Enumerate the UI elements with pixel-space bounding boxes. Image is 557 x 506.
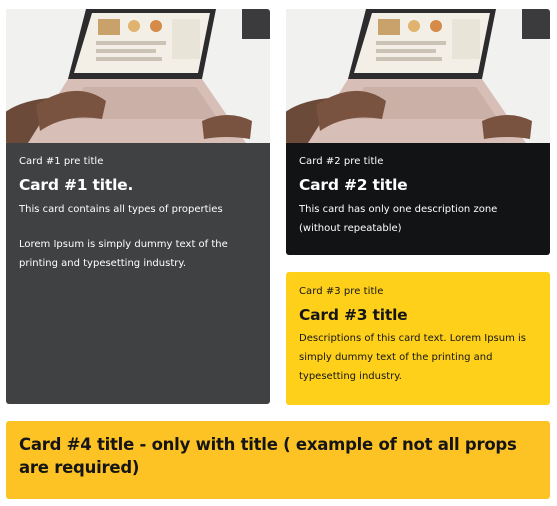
card-2-pretitle: Card #2 pre title [299, 156, 384, 167]
card-3[interactable]: Card #3 pre title Card #3 title Descript… [286, 272, 550, 405]
card-2-description: This card has only one description zone … [299, 204, 498, 234]
card-1-image [6, 9, 270, 143]
card-3-title: Card #3 title [299, 306, 408, 324]
card-2-title: Card #2 title [299, 176, 408, 194]
card-3-description: Descriptions of this card text. Lorem Ip… [299, 333, 526, 382]
card-3-pretitle: Card #3 pre title [299, 286, 384, 297]
card-1-title: Card #1 title. [19, 176, 134, 194]
laptop-photo-icon [6, 9, 270, 143]
card-1-description-1: This card contains all types of properti… [19, 204, 223, 215]
card-2[interactable]: Card #2 pre title Card #2 title This car… [286, 9, 550, 255]
card-4-title: Card #4 title - only with title ( exampl… [19, 435, 517, 477]
card-1[interactable]: Card #1 pre title Card #1 title. This ca… [6, 9, 270, 404]
card-1-pretitle: Card #1 pre title [19, 156, 104, 167]
laptop-photo-icon [286, 9, 550, 143]
card-2-image [286, 9, 550, 143]
card-1-description-2: Lorem Ipsum is simply dummy text of the … [19, 239, 228, 269]
card-4[interactable]: Card #4 title - only with title ( exampl… [6, 421, 550, 499]
